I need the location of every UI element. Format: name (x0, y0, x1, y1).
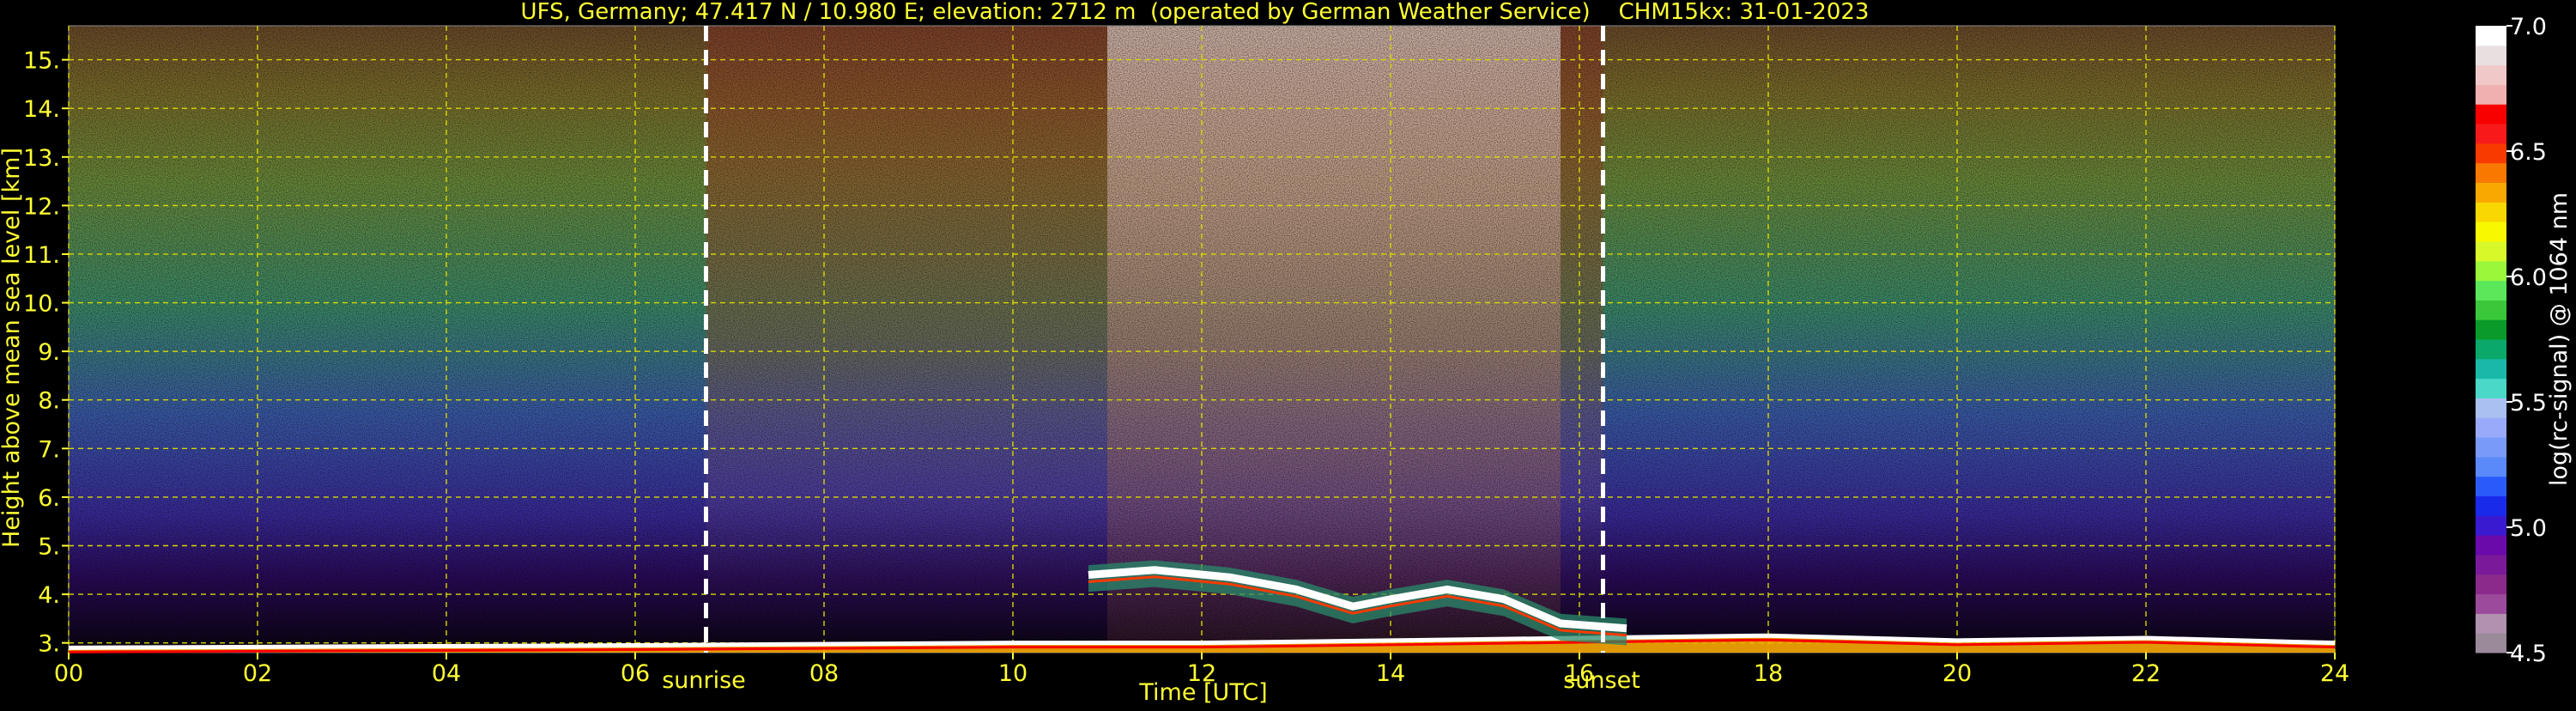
colorbar-tick-label: 6.0 (2510, 264, 2547, 291)
y-tick-label: 9. (38, 339, 60, 366)
colorbar-swatch (2476, 280, 2506, 301)
x-tick-label: 18 (1754, 660, 1783, 687)
y-tick-label: 5. (38, 534, 60, 561)
colorbar-swatch (2476, 162, 2506, 183)
x-tick-label: 04 (432, 660, 461, 687)
colorbar-swatch (2476, 593, 2506, 614)
colorbar-swatch (2476, 84, 2506, 105)
y-tick-label: 3. (38, 631, 60, 658)
colorbar-swatch (2476, 554, 2506, 575)
colorbar-swatch (2476, 260, 2506, 282)
y-tick-label: 11. (23, 242, 60, 269)
x-tick-label: 20 (1943, 660, 1972, 687)
colorbar-swatch (2476, 319, 2506, 340)
y-tick-label: 13. (23, 145, 60, 172)
colorbar-swatch (2476, 437, 2506, 458)
y-tick-label: 12. (23, 193, 60, 220)
y-tick-label: 15. (23, 48, 60, 75)
colorbar-swatch (2476, 45, 2506, 66)
colorbar-label: log(rc-signal) @ 1064 nm (2546, 192, 2573, 486)
x-tick-label: 02 (243, 660, 272, 687)
x-tick-label: 22 (2131, 660, 2161, 687)
colorbar (2476, 26, 2506, 653)
colorbar-swatch (2476, 240, 2506, 262)
colorbar-swatch (2476, 515, 2506, 536)
colorbar-tick-label: 5.0 (2510, 515, 2547, 542)
colorbar-swatch (2476, 633, 2506, 653)
sunrise-label: sunrise (662, 667, 746, 694)
x-tick-label: 14 (1376, 660, 1405, 687)
colorbar-swatch (2476, 417, 2506, 438)
colorbar-swatch (2476, 378, 2506, 398)
x-tick-label: 24 (2320, 660, 2349, 687)
colorbar-swatch (2476, 300, 2506, 320)
x-tick-label: 06 (621, 660, 650, 687)
colorbar-swatch (2476, 358, 2506, 380)
colorbar-swatch (2476, 202, 2506, 222)
colorbar-swatch (2476, 339, 2506, 360)
ceilometer-plot: 00 02 04 06 08 10 12 14 16 18 20 22 24 3. 4. 5. 6. 7. 8. 9… (0, 0, 2576, 708)
colorbar-swatch (2476, 574, 2506, 595)
colorbar-swatch (2476, 64, 2506, 85)
colorbar-tick-label: 5.5 (2510, 390, 2547, 416)
colorbar-swatch (2476, 143, 2506, 164)
colorbar-tick-label: 7.0 (2510, 14, 2547, 40)
y-tick-label: 14. (23, 96, 60, 123)
colorbar-tick-label: 6.5 (2510, 139, 2547, 166)
x-tick-label: 08 (809, 660, 839, 687)
colorbar-swatch (2476, 124, 2506, 144)
y-tick-label: 7. (38, 436, 60, 463)
y-axis-ticks: 3. 4. 5. 6. 7. 8. 9. 10. 11. 12. 13. 14. 15. (23, 48, 69, 658)
sunset-label: sunset (1563, 667, 1640, 694)
colorbar-ticks: 4.5 5.0 5.5 6.0 6.5 7.0 (2506, 14, 2547, 667)
x-tick-label: 10 (998, 660, 1027, 687)
colorbar-swatch (2476, 222, 2506, 242)
y-tick-label: 8. (38, 388, 60, 415)
chart-title: UFS, Germany; 47.417 N / 10.980 E; eleva… (521, 0, 1870, 25)
colorbar-swatch (2476, 613, 2506, 634)
x-axis-label: Time [UTC] (1138, 679, 1267, 706)
colorbar-swatch (2476, 476, 2506, 496)
colorbar-swatch (2476, 182, 2506, 203)
colorbar-swatch (2476, 398, 2506, 418)
colorbar-swatch (2476, 495, 2506, 516)
y-tick-label: 4. (38, 582, 60, 609)
x-tick-label: 00 (54, 660, 83, 687)
colorbar-swatch (2476, 456, 2506, 477)
y-axis-label: Height above mean sea level [km] (0, 148, 25, 548)
y-tick-label: 6. (38, 485, 60, 512)
colorbar-swatch (2476, 535, 2506, 556)
colorbar-swatch (2476, 104, 2506, 125)
colorbar-swatch (2476, 26, 2506, 46)
colorbar-tick-label: 4.5 (2510, 641, 2547, 667)
y-tick-label: 10. (23, 291, 60, 318)
heatmap-chart: 00 02 04 06 08 10 12 14 16 18 20 22 24 3.4.5.6.7.8.9… (0, 0, 2573, 706)
